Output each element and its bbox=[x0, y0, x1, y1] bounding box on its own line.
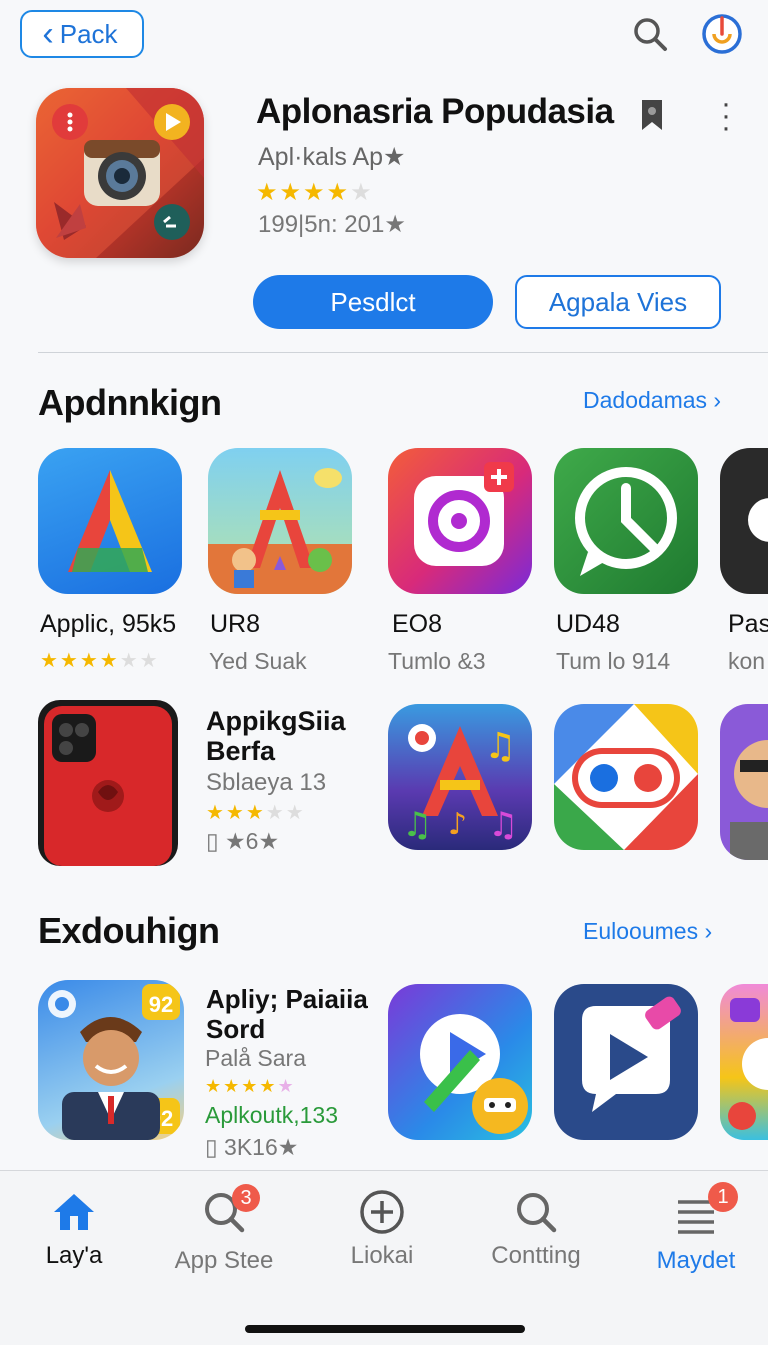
notification-badge: 1 bbox=[708, 1182, 738, 1212]
svg-text:♫: ♫ bbox=[488, 805, 518, 845]
tab-add[interactable]: Liokai bbox=[312, 1188, 452, 1270]
tab-search[interactable]: Contting bbox=[466, 1188, 606, 1270]
svg-text:♫: ♫ bbox=[402, 805, 432, 845]
tab-home[interactable]: Lay'a bbox=[4, 1188, 144, 1270]
featured-app-image[interactable] bbox=[38, 700, 178, 866]
app-tile-5[interactable] bbox=[720, 448, 768, 594]
tab-label: Liokai bbox=[350, 1242, 414, 1269]
app-tile-partial[interactable] bbox=[720, 704, 768, 860]
featured-app-meta: ▯ 3K16★ bbox=[205, 1134, 299, 1160]
section-see-all-link[interactable]: Dadodamas › bbox=[583, 387, 721, 414]
svg-text:♫: ♫ bbox=[484, 726, 516, 767]
featured-app-title: Apliy; Paiaiia Sord bbox=[206, 984, 368, 1044]
app-tile-1[interactable] bbox=[38, 448, 182, 594]
section-title: Exdouhign bbox=[38, 910, 220, 951]
app-subtitle: Yed Suak bbox=[209, 648, 307, 674]
badge-number: 92 bbox=[149, 992, 173, 1017]
music-app-tile[interactable]: ♫ ♫ ♪ ♫ bbox=[388, 704, 532, 850]
featured-app-meta: ▯ ★6★ bbox=[206, 828, 280, 854]
featured-app-title: AppikgSiia Berfa bbox=[206, 706, 346, 766]
featured-rating-stars: ★★★★★ bbox=[205, 1076, 296, 1096]
tab-app-store[interactable]: 3 App Stee bbox=[154, 1184, 294, 1275]
plus-circle-icon bbox=[360, 1190, 404, 1234]
hero-app-subtitle: Apl·kals Ap★ bbox=[258, 143, 406, 171]
tab-label: Lay'a bbox=[45, 1242, 103, 1269]
chat-app-tile[interactable] bbox=[554, 704, 698, 850]
section-title: Apdnnkign bbox=[38, 382, 222, 423]
search-icon[interactable] bbox=[628, 12, 672, 56]
section-see-all-link[interactable]: Eulooumes › bbox=[583, 918, 712, 945]
video-app-tile[interactable] bbox=[388, 984, 532, 1140]
profile-icon[interactable] bbox=[700, 12, 744, 56]
app-rating-stars: ★★★★★★ bbox=[40, 650, 160, 672]
notification-badge: 3 bbox=[232, 1184, 260, 1212]
back-label: Pack bbox=[59, 18, 118, 49]
home-indicator bbox=[245, 1325, 525, 1333]
hero-app-icon[interactable] bbox=[36, 88, 204, 258]
app-tile-4[interactable] bbox=[554, 448, 698, 594]
divider bbox=[38, 352, 768, 353]
hero-app-title: Aplonasria Popudasia bbox=[256, 92, 614, 131]
app-tile-partial-2[interactable] bbox=[720, 984, 768, 1140]
app-name: Pas bbox=[728, 610, 768, 638]
app-tile-3[interactable] bbox=[388, 448, 532, 594]
tab-label: App Stee bbox=[174, 1247, 274, 1274]
app-name: Applic, 95k5 bbox=[40, 610, 177, 638]
hero-app-meta: 199|5n: 201★ bbox=[258, 211, 406, 238]
tab-label: Maydet bbox=[656, 1247, 736, 1274]
app-subtitle: Tum lo 914 bbox=[556, 648, 671, 674]
tab-label: Contting bbox=[491, 1242, 581, 1269]
more-options-icon[interactable]: · · · bbox=[716, 89, 736, 143]
bookmark-icon[interactable] bbox=[640, 98, 664, 132]
primary-action-button[interactable]: Pesdlct bbox=[253, 275, 493, 329]
featured-app-green-text: Aplkoutk,133 bbox=[205, 1102, 338, 1128]
app-tile-2[interactable] bbox=[208, 448, 352, 594]
search-icon bbox=[517, 1193, 557, 1233]
featured-rating-stars: ★★★★★ bbox=[206, 802, 306, 824]
hero-rating-stars: ★★★★★ bbox=[256, 179, 374, 206]
chevron-left-icon: ‹ bbox=[42, 14, 54, 53]
app-name: EO8 bbox=[392, 610, 443, 638]
app-subtitle: Tumlo &3 bbox=[388, 648, 486, 674]
home-icon bbox=[54, 1194, 94, 1230]
back-button[interactable]: ‹ Pack bbox=[20, 10, 144, 58]
featured-app-subtitle: Sblaeya 13 bbox=[206, 769, 327, 796]
featured-app-subtitle: Palå Sara bbox=[205, 1045, 307, 1071]
play-app-tile[interactable] bbox=[554, 984, 698, 1140]
app-name: UD48 bbox=[556, 610, 620, 638]
app-subtitle: kon bbox=[728, 648, 766, 674]
tab-updates[interactable]: 1 Maydet bbox=[626, 1182, 766, 1275]
app-name: UR8 bbox=[210, 610, 261, 638]
featured-app-icon-2[interactable]: 92 92 bbox=[38, 980, 184, 1140]
secondary-action-button[interactable]: Agpala Vies bbox=[515, 275, 721, 329]
svg-text:♪: ♪ bbox=[448, 807, 467, 842]
